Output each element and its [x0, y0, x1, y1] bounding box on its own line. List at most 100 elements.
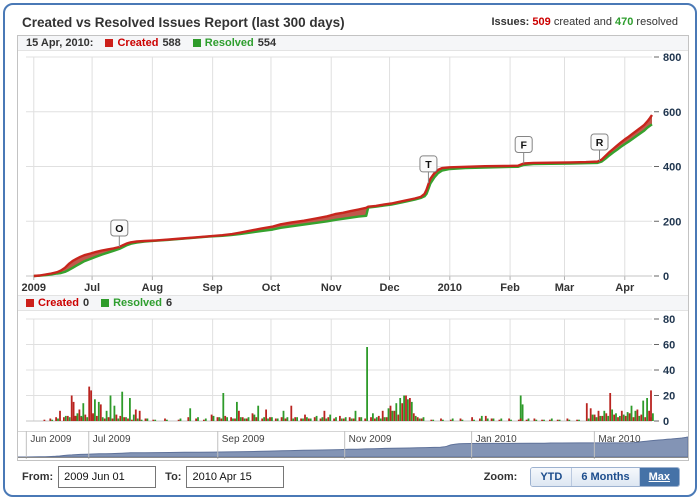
- created-bar[interactable]: [115, 414, 118, 421]
- created-bar[interactable]: [187, 417, 190, 421]
- created-bar[interactable]: [84, 414, 87, 421]
- resolved-bar[interactable]: [395, 403, 398, 421]
- resolved-bar[interactable]: [76, 413, 79, 421]
- resolved-bar[interactable]: [652, 413, 654, 421]
- resolved-bar[interactable]: [407, 399, 409, 421]
- resolved-bar[interactable]: [442, 419, 444, 421]
- created-bar[interactable]: [245, 418, 248, 422]
- resolved-bar[interactable]: [146, 418, 149, 422]
- resolved-bar[interactable]: [212, 415, 215, 421]
- resolved-bar[interactable]: [253, 414, 256, 421]
- resolved-bar[interactable]: [321, 417, 324, 421]
- created-bar[interactable]: [111, 418, 114, 422]
- resolved-series-line[interactable]: [33, 123, 653, 278]
- resolved-bar[interactable]: [306, 417, 308, 421]
- created-bar[interactable]: [397, 414, 400, 421]
- created-bar[interactable]: [420, 418, 423, 422]
- created-bar[interactable]: [119, 415, 122, 421]
- resolved-bar[interactable]: [325, 418, 328, 422]
- resolved-bar[interactable]: [302, 418, 304, 422]
- created-bar[interactable]: [597, 410, 600, 421]
- resolved-bar[interactable]: [282, 410, 285, 421]
- resolved-bar[interactable]: [634, 410, 637, 421]
- created-bar[interactable]: [377, 415, 380, 421]
- resolved-bar[interactable]: [68, 417, 71, 421]
- resolved-bar[interactable]: [257, 405, 260, 421]
- created-bar[interactable]: [195, 418, 197, 422]
- resolved-bar[interactable]: [232, 418, 234, 422]
- created-bar[interactable]: [490, 418, 493, 422]
- created-bar[interactable]: [358, 417, 361, 421]
- created-bar[interactable]: [484, 415, 487, 421]
- resolved-bar[interactable]: [587, 418, 590, 422]
- created-bar[interactable]: [164, 418, 166, 422]
- created-bar[interactable]: [238, 410, 240, 421]
- resolved-bar[interactable]: [410, 401, 413, 421]
- resolved-bar[interactable]: [399, 398, 402, 421]
- created-bar[interactable]: [131, 419, 133, 421]
- created-bar[interactable]: [43, 419, 46, 421]
- resolved-bar[interactable]: [622, 414, 625, 421]
- created-bar[interactable]: [440, 418, 442, 422]
- created-bar[interactable]: [144, 418, 147, 422]
- resolved-legend-label[interactable]: Resolved: [205, 37, 254, 49]
- resolved-bar[interactable]: [461, 419, 464, 421]
- resolved-bar[interactable]: [379, 418, 382, 422]
- resolved-bar[interactable]: [247, 417, 250, 421]
- resolved-bar[interactable]: [218, 417, 221, 421]
- resolved-bar[interactable]: [57, 418, 59, 422]
- resolved-bar[interactable]: [97, 401, 100, 421]
- resolved-bar[interactable]: [603, 410, 606, 421]
- zoom-ytd-button[interactable]: YTD: [531, 468, 572, 486]
- created-bar[interactable]: [374, 418, 376, 422]
- resolved-bar[interactable]: [140, 419, 143, 421]
- created-bar[interactable]: [364, 418, 367, 422]
- created-bar[interactable]: [352, 418, 355, 422]
- resolved-bar[interactable]: [132, 414, 135, 421]
- created-bar[interactable]: [525, 419, 528, 421]
- created-bar[interactable]: [640, 414, 643, 421]
- resolved-bar[interactable]: [204, 418, 207, 422]
- created-bar[interactable]: [313, 417, 316, 421]
- resolved-bar[interactable]: [500, 418, 503, 422]
- resolved-bar[interactable]: [64, 415, 67, 421]
- created-bar[interactable]: [92, 413, 94, 421]
- resolved-bar[interactable]: [492, 418, 495, 422]
- created-bar[interactable]: [220, 418, 223, 422]
- resolved-bar[interactable]: [340, 418, 343, 422]
- resolved-bar[interactable]: [486, 418, 489, 422]
- created-bar[interactable]: [508, 418, 510, 422]
- resolved-bar[interactable]: [189, 408, 192, 422]
- created-bar[interactable]: [72, 401, 75, 421]
- created-bar[interactable]: [459, 418, 462, 422]
- created-bar[interactable]: [123, 417, 125, 421]
- created-bar[interactable]: [613, 414, 615, 421]
- resolved-bar[interactable]: [82, 403, 85, 421]
- resolved-bar[interactable]: [335, 417, 337, 421]
- created-bar[interactable]: [381, 410, 384, 421]
- resolved-bar[interactable]: [558, 419, 561, 421]
- resolved-bar[interactable]: [383, 417, 386, 421]
- resolved-bar[interactable]: [366, 347, 368, 421]
- created-bar[interactable]: [348, 417, 351, 421]
- created-bar[interactable]: [327, 417, 330, 421]
- resolved-bar[interactable]: [432, 419, 435, 421]
- created-bar[interactable]: [556, 419, 559, 421]
- resolved-bar[interactable]: [418, 418, 421, 422]
- created-bar[interactable]: [274, 418, 277, 422]
- created-bar[interactable]: [74, 415, 77, 421]
- created-bar[interactable]: [290, 405, 293, 421]
- main-chart-canvas[interactable]: 2009 Jul Aug Sep Oct Nov Dec 2010 Feb Mar Apr 0 200 4…: [18, 51, 688, 295]
- created-bar[interactable]: [412, 413, 415, 421]
- resolved-bar[interactable]: [117, 418, 120, 422]
- created-bar[interactable]: [230, 417, 232, 421]
- created-series-line[interactable]: [33, 114, 653, 278]
- resolved-bar[interactable]: [315, 415, 318, 421]
- created-bar[interactable]: [280, 417, 283, 421]
- resolved-bar[interactable]: [519, 395, 522, 422]
- resolved-bar[interactable]: [615, 413, 617, 421]
- resolved-bar[interactable]: [375, 417, 378, 421]
- resolved-bar[interactable]: [197, 417, 199, 421]
- resolved-bar[interactable]: [263, 417, 265, 421]
- created-bar[interactable]: [216, 417, 219, 421]
